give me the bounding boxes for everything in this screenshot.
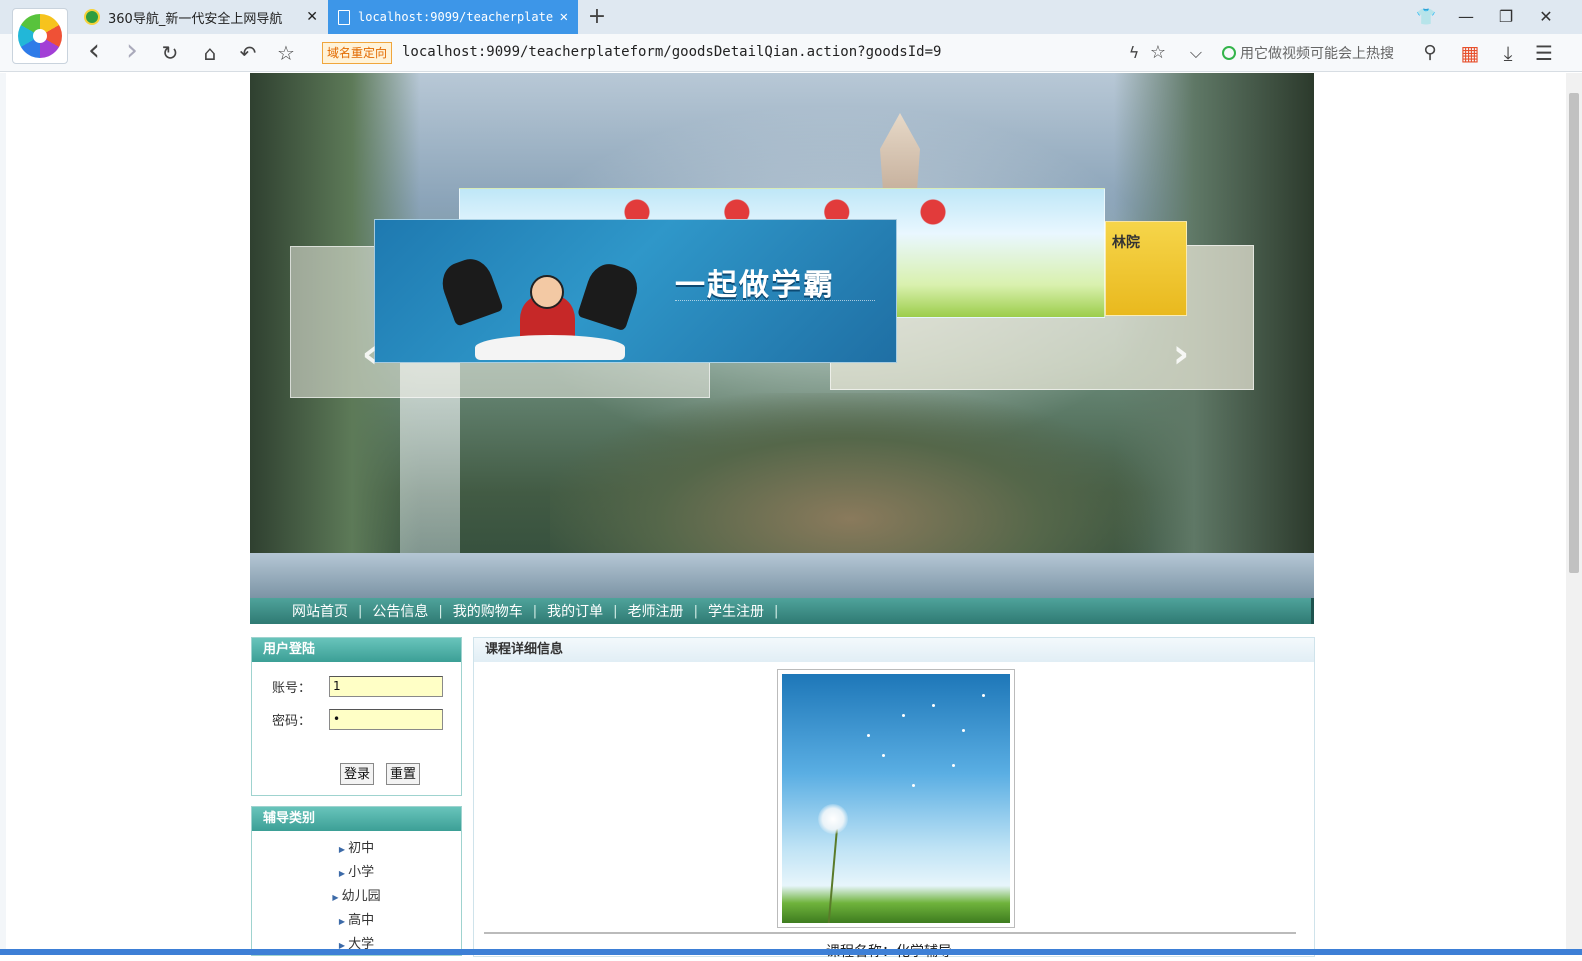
chevron-down-icon[interactable]: ⌵	[1184, 41, 1208, 65]
nav-home[interactable]: 网站首页	[282, 601, 358, 621]
login-buttons: 登录 重置	[340, 763, 421, 785]
tab-localhost[interactable]: localhost:9099/teacherplatef ✕	[328, 0, 578, 34]
search-icon[interactable]: ⚲	[1418, 41, 1442, 65]
course-detail-panel: 课程详细信息 课程名称：化学辅导	[473, 637, 1315, 960]
menu-icon[interactable]: ☰	[1532, 41, 1556, 65]
category-label: 高中	[348, 913, 375, 928]
360-logo-icon	[18, 14, 62, 58]
undo-close-icon[interactable]: ↶	[236, 41, 260, 65]
course-image-frame	[777, 669, 1015, 928]
carousel-slide-active[interactable]: 一起做学霸	[374, 219, 897, 363]
apps-grid-icon[interactable]: ▦	[1458, 41, 1482, 65]
favorite-star-icon[interactable]: ☆	[1146, 41, 1170, 65]
back-icon[interactable]: ‹	[82, 36, 106, 66]
domain-redirect-badge[interactable]: 域名重定向	[322, 42, 393, 64]
taskbar-strip	[0, 949, 1582, 955]
category-item-senior-high[interactable]: ▶ 高中	[252, 909, 461, 933]
category-label: 初中	[348, 841, 375, 856]
browser-toolbar: ‹ › ↻ ⌂ ↶ ☆ 域名重定向 localhost:9099/teacher…	[0, 34, 1582, 72]
divider	[484, 932, 1296, 934]
category-panel: 辅导类别 ▶ 初中 ▶ 小学 ▶ 幼儿园 ▶ 高中 ▶ 大学	[251, 806, 462, 956]
graduates-illustration	[435, 240, 655, 360]
category-item-junior-high[interactable]: ▶ 初中	[252, 837, 461, 861]
vertical-scrollbar[interactable]	[1566, 73, 1582, 949]
banner-lower-strip	[250, 553, 1314, 598]
search-placeholder: 用它做视频可能会上热搜	[1240, 46, 1394, 62]
nav-separator: |	[773, 603, 779, 619]
new-tab-button[interactable]: +	[586, 4, 608, 29]
address-bar[interactable]: localhost:9099/teacherplateform/goodsDet…	[402, 44, 941, 60]
bullet-arrow-icon: ▶	[338, 845, 346, 854]
browser-logo[interactable]	[12, 8, 68, 64]
slide-subtext-decoration	[675, 300, 875, 330]
tab-title: 360导航_新一代安全上网导航	[108, 11, 283, 27]
carousel-slide[interactable]: 林院	[1105, 221, 1187, 316]
bullet-arrow-icon: ▶	[338, 917, 346, 926]
category-item-primary[interactable]: ▶ 小学	[252, 861, 461, 885]
account-input[interactable]: 1	[329, 676, 443, 697]
nav-orders[interactable]: 我的订单	[537, 601, 613, 621]
account-row: 账号： 1	[272, 676, 443, 697]
bullet-arrow-icon: ▶	[332, 893, 339, 902]
nav-announcements[interactable]: 公告信息	[362, 601, 438, 621]
close-window-button[interactable]: ✕	[1535, 6, 1557, 28]
course-image	[782, 674, 1010, 923]
reset-button[interactable]: 重置	[386, 763, 421, 785]
password-label: 密码：	[272, 714, 312, 729]
account-label: 账号：	[272, 681, 312, 696]
carousel-next-arrow-icon[interactable]: ›	[1166, 331, 1196, 377]
nav-cart[interactable]: 我的购物车	[443, 601, 533, 621]
reload-icon[interactable]: ↻	[158, 41, 182, 65]
category-label: 小学	[348, 865, 375, 880]
skin-icon[interactable]: 👕	[1415, 6, 1437, 28]
360-favicon-icon	[84, 9, 100, 25]
slide-label: 林院	[1112, 235, 1140, 251]
tab-close-icon[interactable]: ✕	[560, 9, 568, 25]
forward-icon[interactable]: ›	[120, 36, 144, 66]
bookmark-star-icon[interactable]: ☆	[274, 41, 298, 65]
course-detail-title: 课程详细信息	[474, 638, 1314, 662]
slide-caption: 一起做学霸	[675, 268, 835, 303]
password-row: 密码： •	[272, 709, 443, 730]
minimize-button[interactable]: —	[1455, 6, 1477, 28]
login-button[interactable]: 登录	[340, 763, 375, 785]
tab-title: localhost:9099/teacherplatef	[358, 10, 554, 24]
bullet-arrow-icon: ▶	[338, 869, 346, 878]
category-item-kindergarten[interactable]: ▶ 幼儿园	[252, 885, 461, 909]
browser-tab-strip: 360导航_新一代安全上网导航 ✕ localhost:9099/teacher…	[0, 0, 1582, 34]
category-panel-title: 辅导类别	[252, 807, 461, 831]
flash-icon[interactable]: ϟ	[1122, 41, 1146, 65]
header-banner: 林院 一起做学霸 ‹ ›	[250, 73, 1314, 598]
search-engine-icon	[1222, 46, 1236, 60]
login-panel: 用户登陆 账号： 1 密码： • 登录 重置	[251, 637, 462, 796]
login-panel-title: 用户登陆	[252, 638, 461, 662]
nav-teacher-register[interactable]: 老师注册	[618, 601, 694, 621]
site-nav-menu: 网站首页 | 公告信息 | 我的购物车 | 我的订单 | 老师注册 | 学生注册 |	[250, 598, 1314, 624]
download-icon[interactable]: ⤓	[1496, 41, 1520, 65]
carousel-prev-arrow-icon[interactable]: ‹	[355, 331, 385, 377]
search-input[interactable]: 用它做视频可能会上热搜	[1222, 42, 1442, 64]
scrollbar-thumb[interactable]	[1569, 93, 1579, 573]
home-icon[interactable]: ⌂	[198, 41, 222, 65]
password-input[interactable]: •	[329, 709, 443, 730]
tab-360-nav[interactable]: 360导航_新一代安全上网导航 ✕	[74, 0, 328, 34]
category-list: ▶ 初中 ▶ 小学 ▶ 幼儿园 ▶ 高中 ▶ 大学	[252, 831, 461, 957]
tab-close-icon[interactable]: ✕	[306, 9, 318, 25]
category-label: 幼儿园	[341, 889, 381, 904]
page-left-edge	[0, 73, 6, 949]
page-favicon-icon	[338, 9, 350, 25]
nav-student-register[interactable]: 学生注册	[698, 601, 774, 621]
restore-button[interactable]: ❐	[1495, 6, 1517, 28]
